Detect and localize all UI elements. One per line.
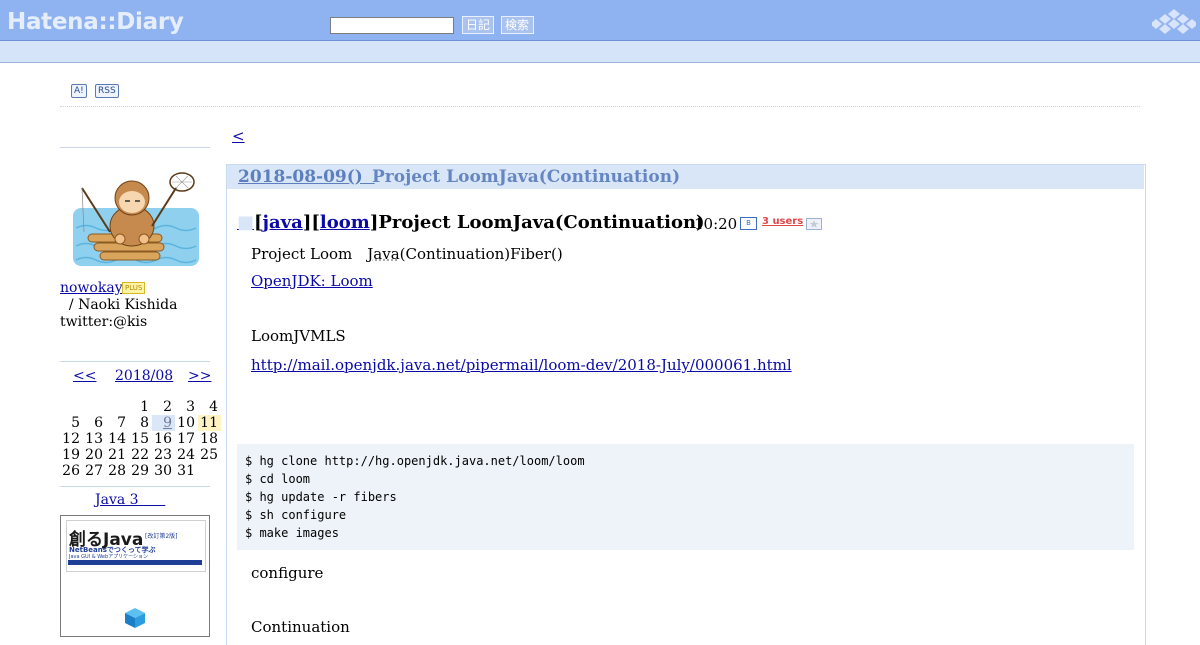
bookmark-add-icon[interactable]: B [740, 217, 757, 230]
calendar-day: 22 [131, 447, 149, 463]
bookmark-users-badge[interactable]: 3 users [762, 216, 803, 227]
calendar-day[interactable]: 9 [152, 415, 175, 431]
calendar-day: 30 [154, 463, 172, 479]
tag-java-link[interactable]: java [263, 212, 303, 233]
calendar-day: 5 [71, 415, 80, 431]
calendar-day: 14 [108, 431, 126, 447]
calendar-day: 15 [131, 431, 149, 447]
sidebar-divider [60, 361, 210, 362]
calendar-day: 6 [94, 415, 103, 431]
calendar-prev-link[interactable]: << [73, 368, 96, 384]
section-title: ■[java][loom]Project LoomJava(Continuati… [237, 212, 705, 233]
user-name: / Naoki Kishida [60, 297, 178, 313]
tag-loom-link[interactable]: loom [320, 212, 370, 233]
section-title-text: Project LoomJava(Continuation) [378, 212, 705, 233]
day-date-link[interactable]: 2018-08-09() [238, 167, 375, 187]
code-line: $ hg clone http://hg.openjdk.java.net/lo… [245, 454, 585, 468]
entry-paragraph: Continuation [251, 618, 350, 636]
calendar-day: 12 [62, 431, 80, 447]
calendar-day: 29 [131, 463, 149, 479]
calendar-day: 16 [154, 431, 172, 447]
user-link[interactable]: nowokay [60, 280, 123, 296]
calendar-day: 19 [62, 447, 80, 463]
calendar-day: 11 [198, 415, 221, 431]
calendar-day: 26 [62, 463, 80, 479]
calendar-day: 1 [140, 399, 149, 415]
sidebar-divider [60, 486, 210, 487]
section-anchor-link[interactable]: ■ [237, 212, 254, 233]
day-title: Project LoomJava(Continuation) [372, 167, 681, 187]
entry-paragraph: configure [251, 564, 324, 582]
book-stripe [68, 560, 202, 565]
calendar-day: 2 [163, 399, 172, 415]
calendar-day: 8 [140, 415, 149, 431]
code-line: $ sh configure [245, 508, 347, 522]
book-image[interactable]: 創るJava [改訂第2版] NetBeansでつくって学ぶ Java GUI … [60, 515, 210, 637]
search-input[interactable] [330, 17, 454, 34]
divider [60, 106, 1140, 107]
calendar-day [106, 399, 129, 415]
calendar-day: 3 [186, 399, 195, 415]
user-twitter: twitter:@kis [60, 314, 148, 330]
calendar-next-link[interactable]: >> [188, 368, 211, 384]
calendar-day: 17 [177, 431, 195, 447]
calendar-day: 24 [177, 447, 195, 463]
sub-header-bar [0, 41, 1200, 63]
day-date-text: 2018-08-09() [238, 167, 363, 187]
openjdk-loom-link[interactable]: OpenJDK: Loom [251, 272, 373, 290]
book-edition-tag: [改訂第2版] [145, 533, 178, 540]
antenna-badge-icon[interactable]: A! [71, 84, 87, 98]
calendar-day: 10 [177, 415, 195, 431]
calendar-day: 7 [117, 415, 126, 431]
previous-entry-link[interactable]: < [232, 127, 245, 145]
plus-badge: PLUS [122, 282, 146, 294]
diary-button[interactable]: 日記 [462, 16, 494, 34]
calendar-day: 4 [209, 399, 218, 415]
book-cover: 創るJava [改訂第2版] NetBeansでつくって学ぶ Java GUI … [66, 520, 206, 572]
book-link[interactable]: Java 3 [95, 492, 165, 508]
code-line: $ make images [245, 526, 339, 540]
keyword-java[interactable]: Java [367, 245, 399, 263]
entry-paragraph: LoomJVMLS [251, 327, 346, 345]
calendar-grid: 1 2 3 4 5 6 7 8 9 10 11 12 13 14 15 16 17 18 19 20 21 22 23 24 2… [60, 399, 222, 479]
calendar-day [60, 399, 83, 415]
calendar-day [83, 399, 106, 415]
hatena-diary-logo[interactable]: Hatena::Diary [7, 9, 184, 35]
add-star-icon[interactable] [806, 218, 822, 230]
para1-text-a: Project Loom [251, 245, 368, 263]
para1-text-b: (Continuation)Fiber() [399, 245, 563, 263]
avatar [72, 168, 200, 270]
search-button[interactable]: 検索 [501, 16, 534, 34]
day-entry [226, 164, 1146, 645]
mailing-list-link[interactable]: http://mail.openjdk.java.net/pipermail/l… [251, 356, 792, 374]
book-subtitle-2: Java GUI & Webアプリケーション [69, 554, 149, 560]
sidebar-divider [60, 147, 210, 148]
hatena-mark-icon[interactable] [1152, 8, 1196, 34]
calendar-month-link[interactable]: 2018/08 [115, 368, 173, 384]
calendar-day [198, 463, 221, 479]
calendar-day: 18 [200, 431, 218, 447]
code-line: $ hg update -r fibers [245, 490, 397, 504]
calendar-day: 21 [108, 447, 126, 463]
calendar-day: 23 [154, 447, 172, 463]
cube-icon [125, 608, 145, 628]
calendar-day: 20 [85, 447, 103, 463]
calendar-day: 25 [200, 447, 218, 463]
code-line: $ cd loom [245, 472, 311, 486]
calendar-day: 13 [85, 431, 103, 447]
rss-badge-icon[interactable]: RSS [95, 84, 119, 98]
calendar-day: 31 [177, 463, 195, 479]
book-link-text: Java 3 [95, 492, 139, 508]
calendar-day: 28 [108, 463, 126, 479]
entry-paragraph: Project Loom Java(Continuation)Fiber() [251, 243, 563, 264]
section-time: 10:20 [694, 215, 738, 233]
calendar-day: 27 [85, 463, 103, 479]
global-header: Hatena::Diary 日記 検索 [0, 0, 1200, 41]
code-block: $ hg clone http://hg.openjdk.java.net/lo… [237, 444, 1134, 550]
